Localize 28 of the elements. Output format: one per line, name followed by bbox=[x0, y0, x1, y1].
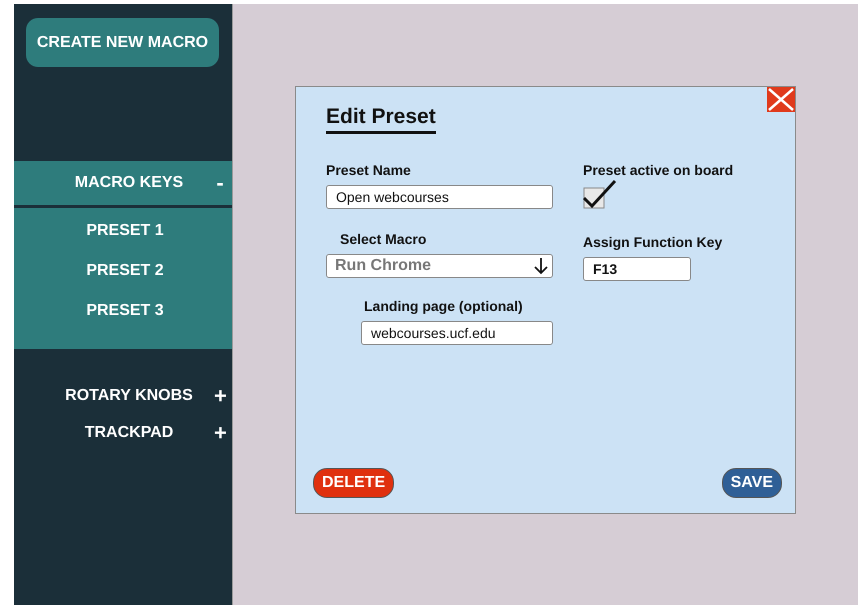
section-label: MACRO KEYS bbox=[74, 174, 184, 192]
save-button[interactable]: SAVE bbox=[722, 468, 782, 498]
dialog-title: Edit Preset bbox=[326, 105, 436, 134]
field-label: Assign Function Key bbox=[583, 234, 724, 250]
preset-item[interactable]: PRESET 1 bbox=[14, 211, 232, 251]
down-arrow-icon bbox=[534, 257, 548, 275]
sidebar-section-header[interactable]: MACRO KEYS - bbox=[14, 161, 232, 208]
macro-select[interactable]: Run Chrome bbox=[326, 254, 553, 278]
delete-button[interactable]: DELETE bbox=[313, 468, 394, 498]
section-label: ROTARY KNOBS bbox=[64, 386, 194, 404]
toggle-icon: - bbox=[214, 170, 226, 196]
landing-page-field[interactable]: webcourses.ucf.edu bbox=[361, 321, 553, 345]
section-label: TRACKPAD bbox=[84, 424, 174, 442]
create-macro-button[interactable]: CREATE NEW MACRO bbox=[26, 18, 219, 67]
preset-item[interactable]: PRESET 2 bbox=[14, 251, 232, 291]
preset-name-field[interactable]: Open webcourses bbox=[326, 185, 553, 209]
function-key-field[interactable]: F13 bbox=[583, 257, 691, 281]
field-label: Landing page (optional) bbox=[364, 298, 524, 314]
field-label: Preset Name bbox=[326, 162, 412, 178]
toggle-icon: + bbox=[214, 420, 226, 446]
field-label: Preset active on board bbox=[583, 162, 734, 178]
checkbox[interactable] bbox=[583, 179, 617, 209]
preset-item[interactable]: PRESET 3 bbox=[14, 291, 232, 331]
sidebar-section-header[interactable]: ROTARY KNOBS + bbox=[14, 377, 232, 414]
field-label: Select Macro bbox=[340, 231, 428, 247]
sidebar-section-header[interactable]: TRACKPAD + bbox=[14, 414, 232, 451]
toggle-icon: + bbox=[214, 382, 226, 408]
close-icon[interactable] bbox=[767, 87, 795, 112]
